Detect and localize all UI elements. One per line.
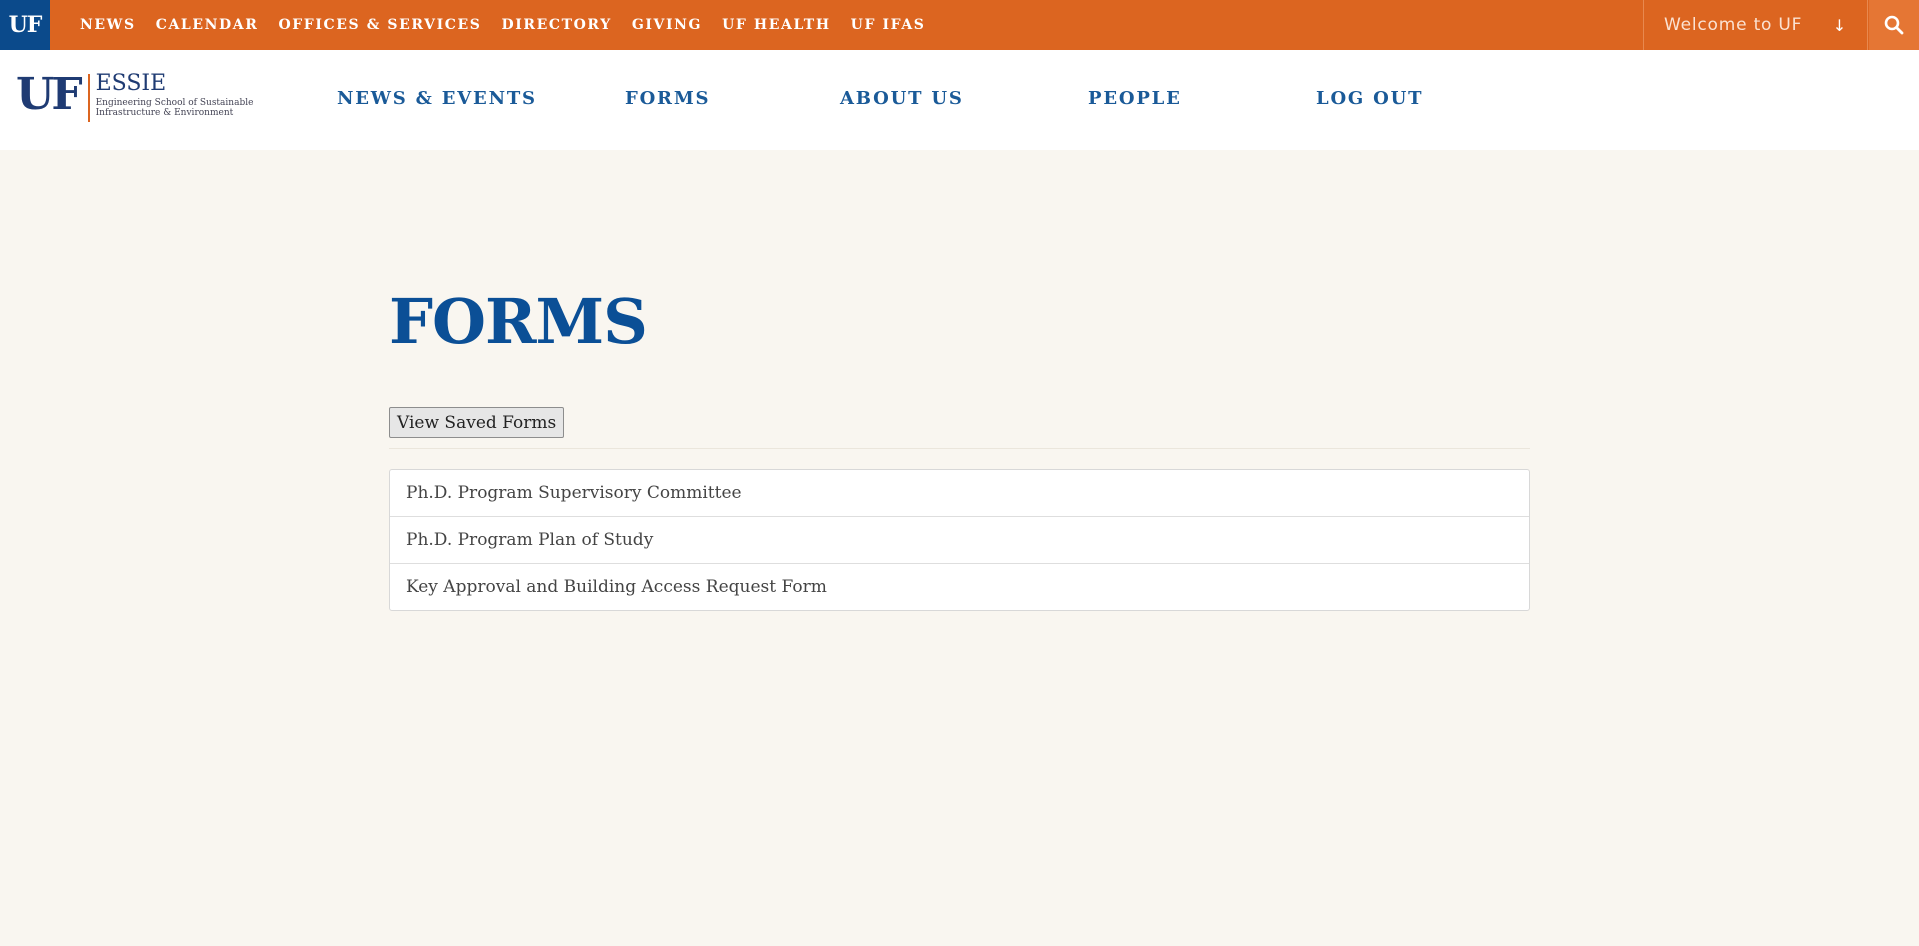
arrow-down-icon: ↓ bbox=[1832, 16, 1847, 35]
list-item[interactable]: Ph.D. Program Plan of Study bbox=[390, 517, 1529, 564]
search-icon bbox=[1884, 15, 1904, 35]
nav-log-out[interactable]: LOG OUT bbox=[1316, 88, 1423, 109]
utility-link-giving[interactable]: GIVING bbox=[632, 17, 702, 33]
list-item[interactable]: Key Approval and Building Access Request… bbox=[390, 564, 1529, 610]
logo-name: ESSIE bbox=[95, 71, 167, 96]
logo-uf-mark: UF bbox=[16, 69, 83, 120]
nav-about-us[interactable]: ABOUT US bbox=[840, 88, 964, 109]
utility-link-uf-health[interactable]: UF HEALTH bbox=[722, 17, 831, 33]
search-button[interactable] bbox=[1869, 0, 1919, 50]
logo-divider bbox=[87, 74, 90, 122]
utility-link-news[interactable]: NEWS bbox=[80, 17, 136, 33]
site-header: UF ESSIE Engineering School of Sustainab… bbox=[0, 50, 1919, 150]
logo-subtitle-line1: Engineering School of Sustainable bbox=[95, 98, 254, 108]
list-item[interactable]: Ph.D. Program Supervisory Committee bbox=[390, 470, 1529, 517]
nav-forms[interactable]: FORMS bbox=[625, 88, 710, 109]
logo-text: ESSIE Engineering School of Sustainable … bbox=[95, 71, 254, 119]
logo-subtitle-line2: Infrastructure & Environment bbox=[95, 108, 234, 118]
utility-bar: UF NEWS CALENDAR OFFICES & SERVICES DIRE… bbox=[0, 0, 1919, 50]
welcome-label: Welcome to UF bbox=[1664, 15, 1803, 35]
welcome-dropdown[interactable]: Welcome to UF ↓ bbox=[1643, 0, 1868, 50]
essie-logo[interactable]: UF ESSIE Engineering School of Sustainab… bbox=[16, 72, 253, 130]
forms-list: Ph.D. Program Supervisory Committee Ph.D… bbox=[389, 469, 1530, 611]
utility-link-calendar[interactable]: CALENDAR bbox=[156, 17, 259, 33]
utility-nav: NEWS CALENDAR OFFICES & SERVICES DIRECTO… bbox=[70, 0, 936, 50]
nav-people[interactable]: PEOPLE bbox=[1088, 88, 1182, 109]
uf-logo-badge[interactable]: UF bbox=[0, 0, 50, 50]
view-saved-forms-button[interactable]: View Saved Forms bbox=[389, 407, 565, 438]
utility-link-directory[interactable]: DIRECTORY bbox=[501, 17, 611, 33]
page-title: FORMS bbox=[389, 285, 648, 358]
utility-link-uf-ifas[interactable]: UF IFAS bbox=[851, 17, 926, 33]
utility-link-offices-services[interactable]: OFFICES & SERVICES bbox=[278, 17, 481, 33]
divider bbox=[389, 448, 1530, 449]
nav-news-events[interactable]: NEWS & EVENTS bbox=[337, 88, 537, 109]
